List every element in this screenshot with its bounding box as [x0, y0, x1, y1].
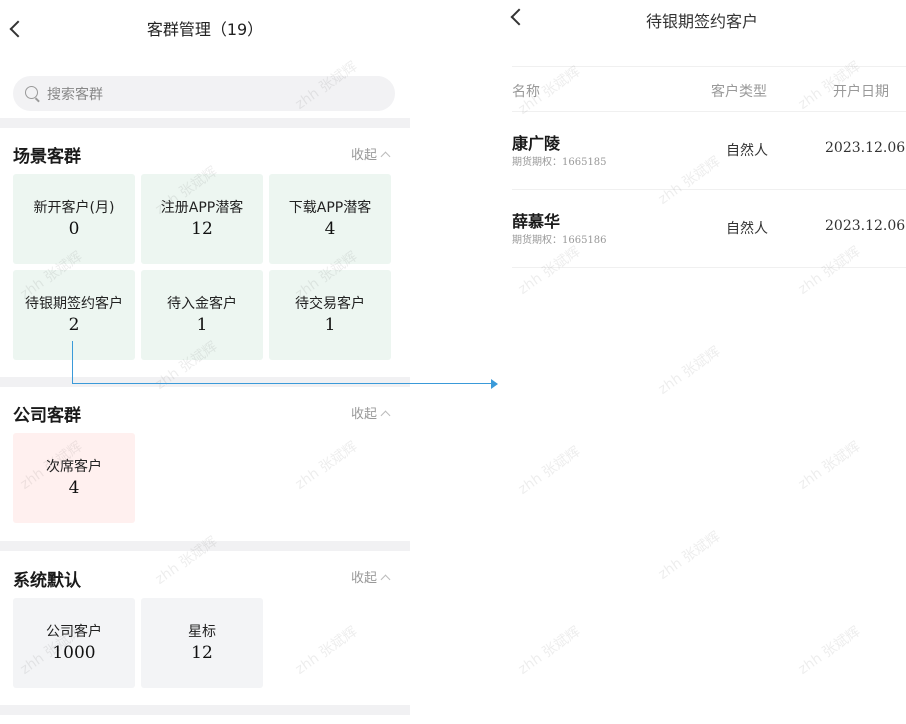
search-bar[interactable] — [13, 76, 395, 113]
group-card-pending-bank-signing[interactable]: 待银期签约客户 2 — [13, 270, 135, 360]
card-label: 注册APP潜客 — [160, 200, 244, 216]
collapse-toggle-scene[interactable]: 收起 — [351, 144, 391, 163]
chevron-up-icon — [380, 410, 391, 421]
pending-signing-list-screen: 待银期签约客户 名称 客户类型 开户日期 康广陵 期货期权：1665185 自然… — [498, 0, 906, 724]
watermark: zhh 张斌辉 — [515, 623, 584, 678]
watermark: zhh 张斌辉 — [292, 623, 361, 678]
column-header-name: 名称 — [512, 84, 540, 100]
watermark: zhh 张斌辉 — [795, 623, 864, 678]
chevron-up-icon — [380, 574, 391, 585]
connector-line — [72, 383, 492, 384]
group-card-new-customers[interactable]: 新开客户(月) 0 — [13, 174, 135, 264]
group-card-secondary-seat[interactable]: 次席客户 4 — [13, 433, 135, 523]
page-title: 客群管理（19） — [146, 20, 264, 39]
group-card-pending-deposit[interactable]: 待入金客户 1 — [141, 270, 263, 360]
card-label: 下载APP潜客 — [288, 200, 372, 216]
open-date: 2023.12.06 — [825, 140, 906, 156]
section-divider — [0, 118, 410, 128]
open-date: 2023.12.06 — [825, 218, 906, 234]
page-title: 待银期签约客户 — [645, 12, 758, 31]
customer-name: 康广陵 — [512, 134, 561, 153]
section-title-scene: 场景客群 — [13, 147, 81, 167]
divider — [512, 189, 906, 190]
card-label: 次席客户 — [46, 459, 102, 475]
collapse-label: 收起 — [351, 571, 378, 586]
watermark: zhh 张斌辉 — [292, 438, 361, 493]
card-count: 1 — [324, 315, 336, 335]
card-count: 4 — [324, 219, 336, 239]
section-divider — [0, 705, 410, 715]
watermark: zhh 张斌辉 — [655, 528, 724, 583]
column-header-type: 客户类型 — [711, 84, 767, 100]
search-icon — [25, 86, 38, 99]
chevron-up-icon — [380, 151, 391, 162]
card-label: 待银期签约客户 — [25, 296, 123, 312]
card-count: 4 — [68, 478, 80, 498]
customer-group-screen: 客群管理（19） 场景客群 收起 新开客户(月) 0 注册APP潜客 12 下载… — [0, 0, 410, 724]
group-card-pending-trade[interactable]: 待交易客户 1 — [269, 270, 391, 360]
card-label: 新开客户(月) — [33, 200, 115, 216]
card-count: 2 — [68, 315, 80, 335]
watermark: zhh 张斌辉 — [795, 438, 864, 493]
customer-name: 薛慕华 — [512, 212, 561, 231]
divider — [512, 267, 906, 268]
arrow-right-icon — [491, 379, 498, 389]
collapse-toggle-company[interactable]: 收起 — [351, 403, 391, 422]
watermark: zhh 张斌辉 — [152, 533, 221, 588]
customer-type: 自然人 — [726, 143, 768, 159]
collapse-label: 收起 — [351, 148, 378, 163]
card-count: 1 — [196, 315, 208, 335]
search-input[interactable] — [45, 76, 389, 113]
section-divider — [0, 541, 410, 551]
section-title-company: 公司客群 — [13, 406, 81, 426]
section-divider — [0, 377, 410, 387]
column-header-date: 开户日期 — [833, 84, 889, 100]
watermark: zhh 张斌辉 — [655, 343, 724, 398]
collapse-toggle-default[interactable]: 收起 — [351, 567, 391, 586]
customer-row[interactable]: 康广陵 期货期权：1665185 自然人 2023.12.06 — [498, 119, 906, 197]
customer-account: 期货期权：1665186 — [512, 235, 607, 246]
group-card-app-registered[interactable]: 注册APP潜客 12 — [141, 174, 263, 264]
group-card-app-downloaded[interactable]: 下载APP潜客 4 — [269, 174, 391, 264]
card-count: 1000 — [52, 643, 96, 663]
card-label: 星标 — [188, 624, 216, 640]
customer-type: 自然人 — [726, 221, 768, 237]
customer-row[interactable]: 薛慕华 期货期权：1665186 自然人 2023.12.06 — [498, 197, 906, 275]
divider — [512, 66, 906, 67]
card-label: 待入金客户 — [167, 296, 237, 312]
group-card-company-customers[interactable]: 公司客户 1000 — [13, 598, 135, 688]
divider — [512, 111, 906, 112]
card-label: 待交易客户 — [295, 296, 365, 312]
group-card-starred[interactable]: 星标 12 — [141, 598, 263, 688]
card-count: 12 — [191, 643, 213, 663]
connector-line — [72, 341, 73, 384]
section-title-default: 系统默认 — [13, 571, 81, 591]
collapse-label: 收起 — [351, 407, 378, 422]
card-label: 公司客户 — [46, 624, 102, 640]
card-count: 12 — [191, 219, 213, 239]
customer-account: 期货期权：1665185 — [512, 157, 607, 168]
watermark: zhh 张斌辉 — [515, 443, 584, 498]
card-count: 0 — [68, 219, 80, 239]
